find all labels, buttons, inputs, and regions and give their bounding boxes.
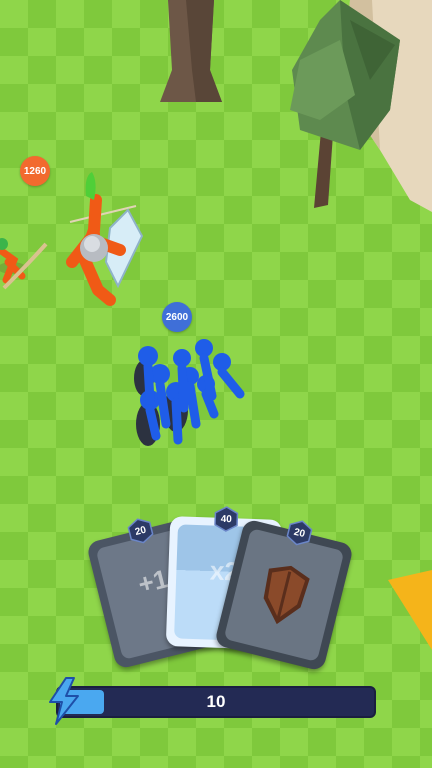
lightning-icon bbox=[49, 677, 79, 725]
pine-tree bbox=[290, 0, 400, 208]
player-army bbox=[134, 339, 245, 446]
offscreen-arrow-icon bbox=[388, 570, 432, 650]
player-power-badge: 2600 bbox=[162, 302, 192, 332]
energy-bar: 10 bbox=[56, 686, 376, 718]
enemy-power-badge: 1260 bbox=[20, 156, 50, 186]
battlefield[interactable]: 1260 2600 bbox=[0, 0, 432, 768]
tree-trunk bbox=[160, 0, 222, 102]
enemy-knight bbox=[66, 172, 144, 306]
cost-gem-icon: 40 bbox=[213, 506, 240, 533]
scene-art bbox=[0, 0, 432, 446]
card-cost: 40 bbox=[220, 513, 232, 525]
energy-value: 10 bbox=[206, 692, 226, 711]
enemy-archer bbox=[0, 238, 48, 290]
